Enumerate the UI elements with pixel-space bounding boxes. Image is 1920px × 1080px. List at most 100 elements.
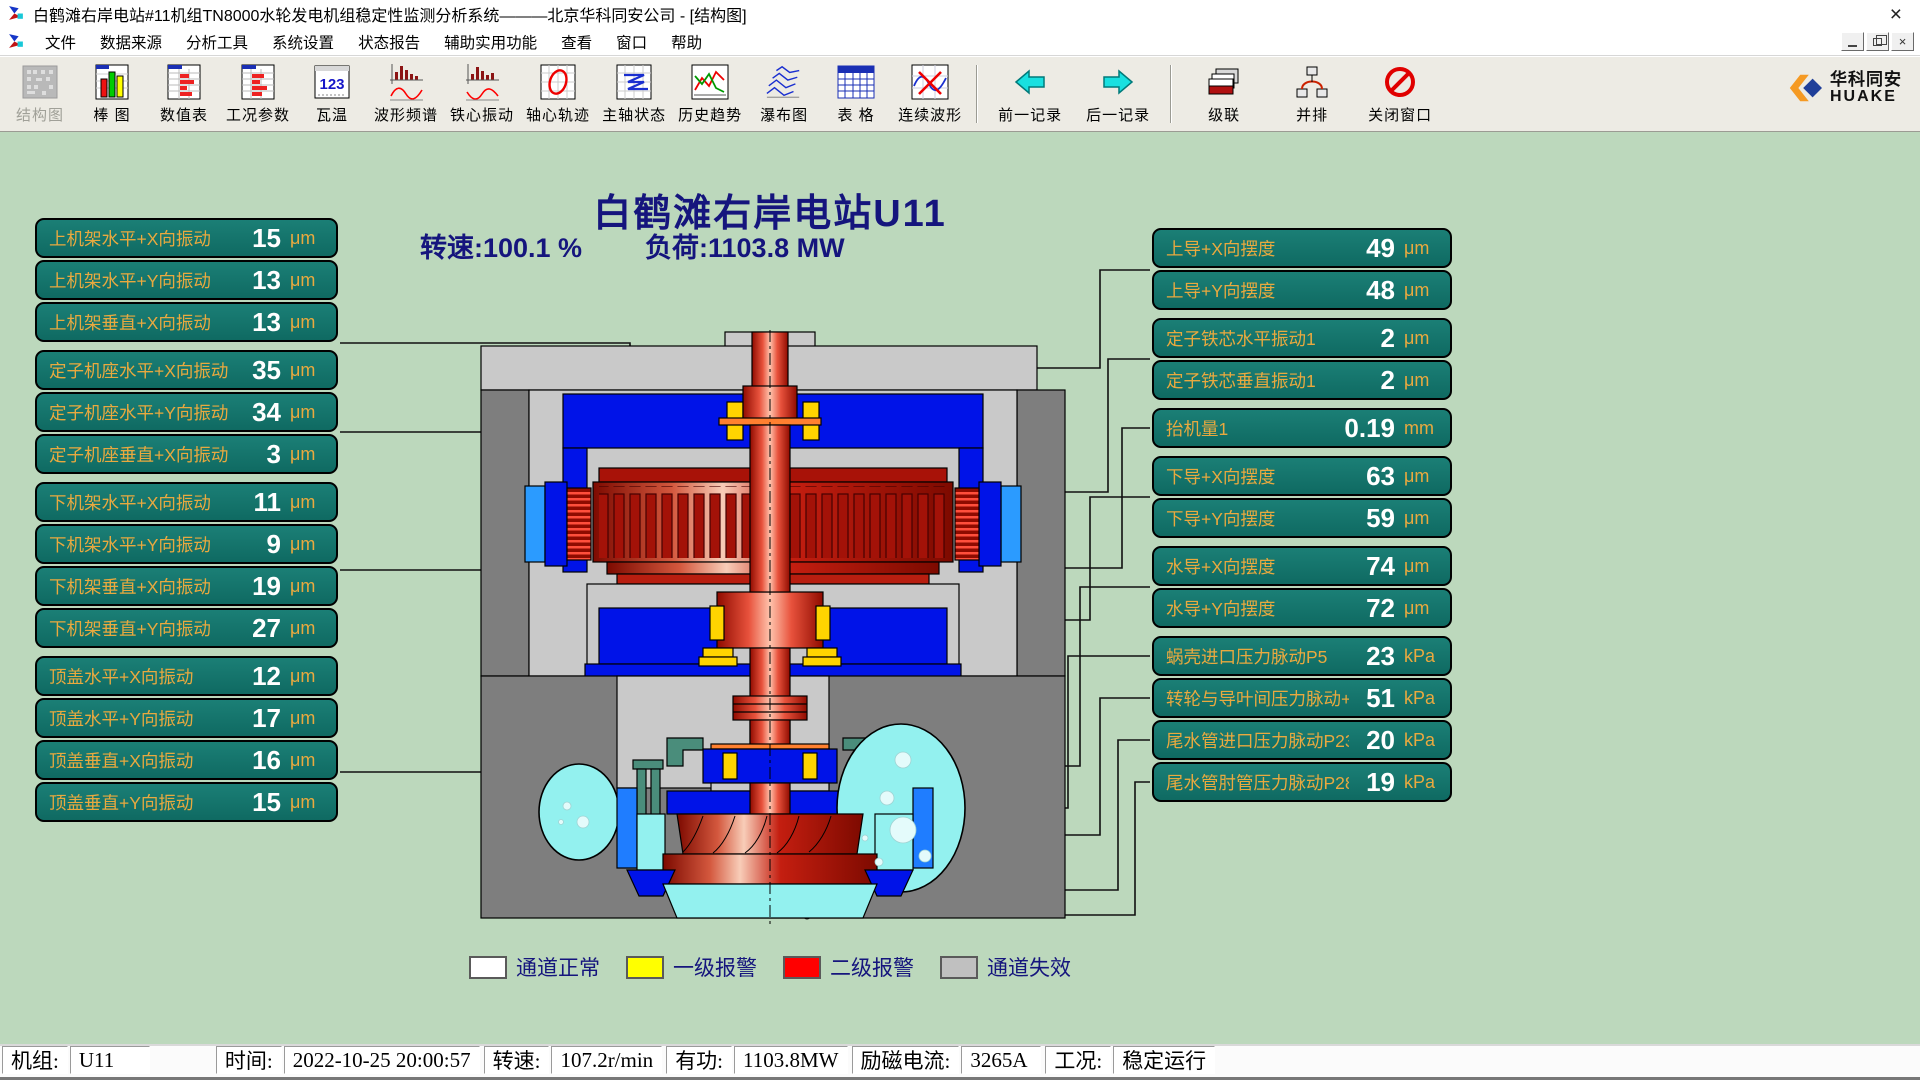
toolbar-button[interactable]: 级联 [1180,61,1268,126]
measurement-box[interactable]: 定子机座水平+X向振动 35 μm [35,350,338,390]
measurement-value: 23 [1349,641,1395,672]
status-field-label: 机组: [2,1046,68,1074]
toolbar-button[interactable]: 表 格 [820,61,892,126]
mdi-close-button[interactable]: × [1891,32,1914,51]
toolbar-button[interactable]: 关闭窗口 [1356,61,1444,126]
menu-item[interactable]: 文件 [33,28,88,56]
status-field-value: 1103.8MW [734,1046,847,1074]
toolbar-button[interactable]: 结构图 [4,61,76,126]
measurement-box[interactable]: 上机架水平+X向振动 15 μm [35,218,338,258]
measurement-label: 水导+Y向摆度 [1166,596,1349,621]
measurement-box[interactable]: 下机架水平+Y向振动 9 μm [35,524,338,564]
title-bar: 白鹤滩右岸电站#11机组TN8000水轮发电机组稳定性监测分析系统———北京华科… [0,0,1920,28]
toolbar-button[interactable]: 数值表 [148,61,220,126]
menu-item[interactable]: 帮助 [659,28,714,56]
measurement-label: 定子机座垂直+X向振动 [49,442,235,467]
status-field-label: 工况: [1045,1046,1111,1074]
legend-swatch [626,956,664,979]
toolbar-button[interactable]: 连续波形 [892,61,968,126]
measurement-box[interactable]: 尾水管肘管压力脉动P28 19 kPa [1152,762,1452,802]
menu-item[interactable]: 分析工具 [174,28,260,56]
toolbar-button[interactable]: 主轴状态 [596,61,672,126]
menu-item[interactable]: 状态报告 [346,28,432,56]
measurement-box[interactable]: 尾水管进口压力脉动P23 20 kPa [1152,720,1452,760]
menu-item[interactable]: 窗口 [604,28,659,56]
window-close-button[interactable]: × [1880,4,1912,25]
measurement-box[interactable]: 上导+X向摆度 49 μm [1152,228,1452,268]
toolbar-button-label: 关闭窗口 [1368,104,1432,125]
measurement-box[interactable]: 定子铁芯水平振动1 2 μm [1152,318,1452,358]
measurement-value: 51 [1349,683,1395,714]
toolbar-button[interactable]: 并排 [1268,61,1356,126]
measurement-label: 下机架垂直+Y向振动 [49,616,235,641]
measurement-box[interactable]: 水导+Y向摆度 72 μm [1152,588,1452,628]
measurement-box[interactable]: 下导+X向摆度 63 μm [1152,456,1452,496]
huake-logo: 华科同安 HUAKE [1786,61,1916,107]
toolbar-button-label: 历史趋势 [678,104,742,125]
toolbar-button[interactable]: 123 瓦温 [296,61,368,126]
measurement-box[interactable]: 上机架垂直+X向振动 13 μm [35,302,338,342]
measurement-unit: μm [1404,328,1442,349]
toolbar-button[interactable]: 后一记录 [1074,61,1162,126]
measurement-box[interactable]: 下导+Y向摆度 59 μm [1152,498,1452,538]
measurement-value: 9 [235,529,281,560]
measurement-box[interactable]: 定子机座水平+Y向振动 34 μm [35,392,338,432]
measurement-box[interactable]: 下机架垂直+X向振动 19 μm [35,566,338,606]
toolbar-button[interactable]: 瀑布图 [748,61,820,126]
toolbar-button[interactable]: 轴心轨迹 [520,61,596,126]
measurement-value: 35 [235,355,281,386]
measurement-label: 下机架水平+Y向振动 [49,532,235,557]
measurement-box[interactable]: 转轮与导叶间压力脉动+X 51 kPa [1152,678,1452,718]
menu-item[interactable]: 系统设置 [260,28,346,56]
measurement-box[interactable]: 定子机座垂直+X向振动 3 μm [35,434,338,474]
measurement-box[interactable]: 上导+Y向摆度 48 μm [1152,270,1452,310]
status-field-value: U11 [70,1046,150,1074]
measurement-value: 2 [1349,323,1395,354]
next-record-icon [1099,62,1137,102]
status-bar: 机组: U11 时间: 2022-10-25 20:00:57 转速: 107.… [0,1044,1920,1080]
measurement-box[interactable]: 上机架水平+Y向振动 13 μm [35,260,338,300]
toolbar-button[interactable]: 工况参数 [220,61,296,126]
close-window-icon [1381,62,1419,102]
menu-item[interactable]: 查看 [549,28,604,56]
waterfall-plot-icon [765,62,803,102]
measurement-box[interactable]: 下机架水平+X向振动 11 μm [35,482,338,522]
measurement-box[interactable]: 蜗壳进口压力脉动P5 23 kPa [1152,636,1452,676]
toolbar-button[interactable]: 历史趋势 [672,61,748,126]
measurement-value: 19 [235,571,281,602]
measurement-box[interactable]: 定子铁芯垂直振动1 2 μm [1152,360,1452,400]
measurement-box[interactable]: 顶盖垂直+X向振动 16 μm [35,740,338,780]
status-field-label: 有功: [666,1046,732,1074]
status-field-label: 时间: [216,1046,282,1074]
measurement-box[interactable]: 顶盖水平+Y向振动 17 μm [35,698,338,738]
menu-item[interactable]: 辅助实用功能 [432,28,549,56]
measurement-box[interactable]: 抬机量1 0.19 mm [1152,408,1452,448]
measurement-label: 顶盖水平+X向振动 [49,664,235,689]
toolbar-button-label: 工况参数 [226,104,290,125]
measurement-label: 抬机量1 [1166,416,1344,441]
measurement-box[interactable]: 顶盖垂直+Y向振动 15 μm [35,782,338,822]
structure-diagram-icon [21,62,59,102]
shaft-status-icon [615,62,653,102]
mdi-restore-button[interactable] [1866,32,1889,51]
legend-label: 通道正常 [516,952,600,982]
measurement-box[interactable]: 下机架垂直+Y向振动 27 μm [35,608,338,648]
menu-item[interactable]: 数据来源 [88,28,174,56]
toolbar-button[interactable]: 铁心振动 [444,61,520,126]
measurement-box[interactable]: 顶盖水平+X向振动 12 μm [35,656,338,696]
measurement-unit: μm [1404,370,1442,391]
toolbar-window-group: 级联 并排 关闭窗口 [1180,61,1444,126]
measurement-box[interactable]: 水导+X向摆度 74 μm [1152,546,1452,586]
measurement-label: 定子铁芯垂直振动1 [1166,368,1349,393]
measurement-unit: μm [290,360,328,381]
toolbar-button[interactable]: 棒 图 [76,61,148,126]
status-field-label: 转速: [484,1046,550,1074]
menu-bar: 文件数据来源分析工具系统设置状态报告辅助实用功能查看窗口帮助 × [0,28,1920,56]
toolbar-separator [1170,65,1172,123]
toolbar-button[interactable]: 波形频谱 [368,61,444,126]
mdi-minimize-button[interactable] [1841,32,1864,51]
toolbar-button[interactable]: 前一记录 [986,61,1074,126]
toolbar-view-group: 结构图 棒 图 数值表 工况参数 123 瓦温 [4,61,968,126]
svg-text:123: 123 [320,76,345,93]
status-field-label: 励磁电流: [852,1046,960,1074]
